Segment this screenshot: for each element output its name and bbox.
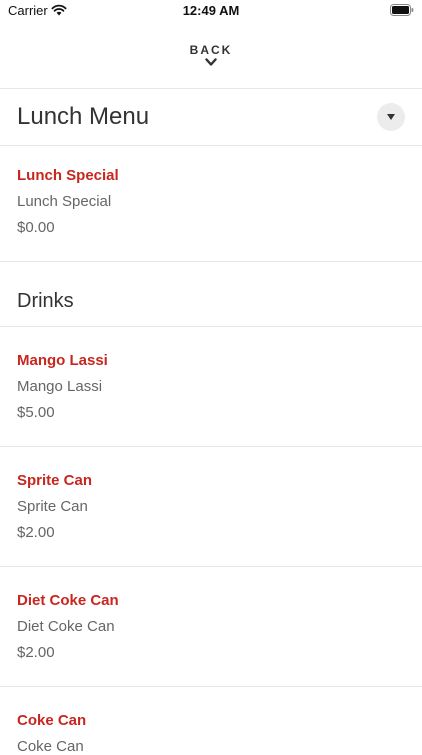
menu-dropdown-button[interactable]	[377, 103, 405, 131]
divider	[0, 145, 422, 146]
item-description: Lunch Special	[17, 193, 112, 210]
divider	[0, 446, 422, 447]
item-name: Mango Lassi	[17, 352, 108, 369]
item-name: Sprite Can	[17, 472, 93, 489]
item-description: Sprite Can	[17, 498, 88, 515]
divider	[0, 261, 422, 262]
divider	[0, 566, 422, 567]
item-price: $2.00	[17, 644, 55, 661]
item-price: $5.00	[17, 404, 55, 421]
back-button[interactable]: BACK	[0, 40, 422, 80]
status-bar: Carrier 12:49 AM	[0, 0, 422, 22]
section-title-drinks: Drinks	[17, 290, 74, 312]
item-price: $0.00	[17, 219, 55, 236]
item-price: $2.00	[17, 524, 55, 541]
back-label: BACK	[189, 43, 233, 57]
battery-icon	[390, 4, 414, 16]
item-description: Diet Coke Can	[17, 618, 115, 635]
item-name: Diet Coke Can	[17, 592, 119, 609]
clock-time: 12:49 AM	[182, 3, 240, 18]
divider	[0, 326, 422, 327]
caret-down-icon	[387, 114, 395, 120]
item-name: Coke Can	[17, 712, 87, 729]
item-description: Coke Can	[17, 738, 84, 755]
divider	[0, 88, 422, 89]
menu-title: Lunch Menu	[17, 103, 150, 130]
item-name: Lunch Special	[17, 167, 119, 184]
divider	[0, 686, 422, 687]
item-description: Mango Lassi	[17, 378, 103, 395]
chevron-down-icon	[205, 58, 217, 66]
